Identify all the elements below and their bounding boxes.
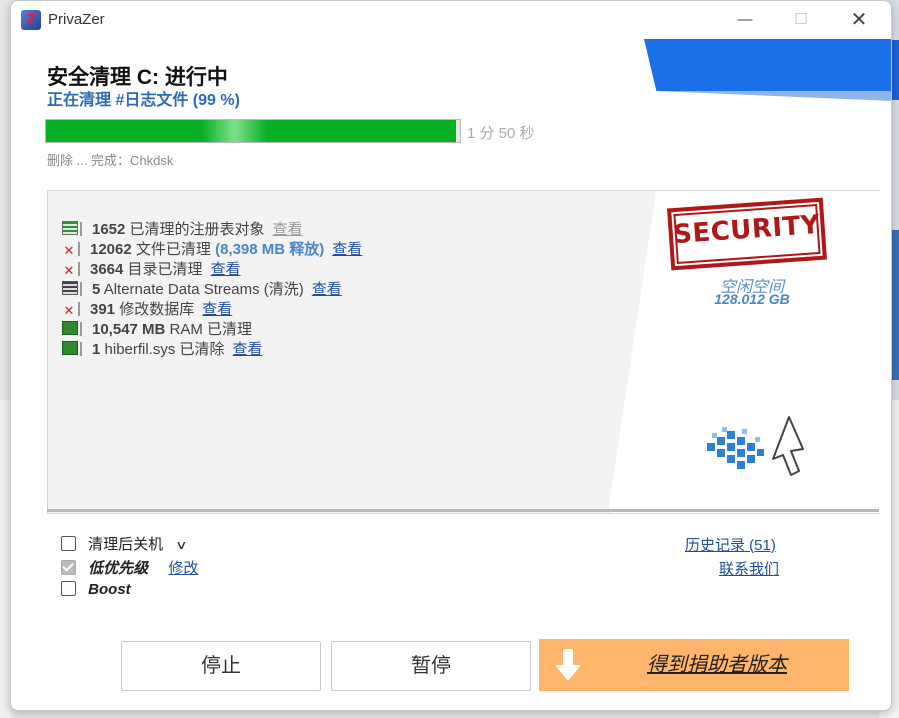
- stat-row: 5 Alternate Data Streams (清洗) 查看: [62, 278, 362, 298]
- view-link[interactable]: 查看: [273, 221, 303, 238]
- stat-text: RAM 已清理: [169, 321, 253, 338]
- maximize-button[interactable]: ☐: [779, 7, 823, 33]
- security-stamp: SECURITY: [667, 197, 827, 271]
- stat-row: 1652 已清理的注册表对象 查看: [62, 218, 362, 238]
- data-stream-icon: [62, 281, 78, 295]
- contact-us-link[interactable]: 联系我们: [719, 558, 779, 579]
- icon-separator: [78, 262, 80, 276]
- privazer-logo-icon: Z: [21, 10, 41, 30]
- icon-separator: [80, 322, 82, 336]
- stat-text: 修改数据库: [119, 301, 195, 318]
- stat-freed-size: (8,398 MB 释放): [215, 241, 325, 258]
- stat-text: 已清理的注册表对象: [129, 221, 265, 238]
- icon-separator: [80, 342, 82, 356]
- header-banner: [644, 39, 891, 91]
- stat-row: 1 hiberfil.sys 已清除 查看: [62, 338, 362, 358]
- view-link[interactable]: 查看: [211, 261, 241, 278]
- icon-separator: [80, 222, 82, 236]
- stat-number: 1: [92, 341, 101, 358]
- view-link[interactable]: 查看: [233, 341, 263, 358]
- shutdown-label: 清理后关机: [88, 536, 164, 553]
- view-link[interactable]: 查看: [202, 301, 232, 318]
- registry-icon: [62, 221, 78, 235]
- progress-fill: [46, 120, 456, 142]
- stat-row: ✕ 391 修改数据库 查看: [62, 298, 362, 318]
- stat-number: 5: [92, 281, 101, 298]
- progress-bar: [45, 119, 461, 143]
- icon-separator: [78, 242, 80, 256]
- stat-number: 10,547 MB: [92, 321, 166, 338]
- panel-divider: [47, 509, 879, 512]
- stop-button[interactable]: 停止: [121, 641, 321, 691]
- cursor-pixels-icon: [707, 416, 804, 476]
- chevron-down-icon[interactable]: ∨: [176, 538, 188, 552]
- stat-number: 1652: [92, 221, 126, 238]
- ram-icon: [62, 321, 78, 335]
- icon-separator: [78, 302, 80, 316]
- stat-text: 目录已清理: [127, 261, 203, 278]
- close-button[interactable]: ✕: [837, 7, 881, 33]
- stats-list: 1652 已清理的注册表对象 查看 ✕ 12062 文件已清理 (8,398 MB 释…: [62, 218, 362, 358]
- privazer-window: Z PrivaZer — ☐ ✕ 安全清理 C: 进行中 正在清理 #日志文件 …: [10, 0, 892, 711]
- pause-button[interactable]: 暂停: [331, 641, 531, 691]
- boost-option[interactable]: Boost: [61, 581, 131, 598]
- red-x-icon: ✕: [63, 263, 75, 278]
- low-priority-checkbox[interactable]: [61, 560, 76, 575]
- boost-label: Boost: [88, 581, 131, 598]
- ram-icon: [62, 341, 78, 355]
- view-link[interactable]: 查看: [312, 281, 342, 298]
- stat-number: 12062: [90, 241, 132, 258]
- low-priority-label: 低优先级: [88, 559, 149, 577]
- eta-text: 1 分 50 秒: [467, 125, 535, 142]
- background-window-left: [0, 400, 10, 718]
- title-bar[interactable]: Z PrivaZer — ☐ ✕: [11, 1, 891, 39]
- stat-text: hiberfil.sys 已清除: [104, 341, 225, 358]
- view-link[interactable]: 查看: [332, 241, 362, 258]
- shutdown-option[interactable]: 清理后关机 ∨: [61, 533, 188, 554]
- boost-checkbox[interactable]: [61, 581, 76, 596]
- icon-separator: [80, 282, 82, 296]
- status-text: 删除 ... 完成：Chkdsk: [47, 153, 174, 168]
- stat-text: 文件已清理: [135, 241, 211, 258]
- minimize-button[interactable]: —: [723, 7, 767, 33]
- stat-text: Alternate Data Streams (清洗): [103, 281, 304, 298]
- stat-number: 391: [90, 301, 116, 318]
- red-x-icon: ✕: [63, 303, 75, 318]
- history-link[interactable]: 历史记录 (51): [685, 534, 776, 555]
- shutdown-checkbox[interactable]: [61, 536, 76, 551]
- red-x-icon: ✕: [63, 243, 75, 258]
- free-space-value: 128.012 GB: [714, 291, 790, 307]
- low-priority-option[interactable]: 低优先级 修改: [61, 557, 198, 578]
- donor-version-button[interactable]: 得到捐助者版本: [539, 639, 849, 691]
- stat-row: 10,547 MB RAM 已清理: [62, 318, 362, 338]
- donor-version-label: 得到捐助者版本: [647, 654, 787, 676]
- stat-row: ✕ 12062 文件已清理 (8,398 MB 释放) 查看: [62, 238, 363, 258]
- modify-link[interactable]: 修改: [168, 560, 198, 577]
- app-title: PrivaZer: [48, 11, 105, 28]
- page-subtitle: 正在清理 #日志文件 (99 %): [47, 92, 240, 109]
- stat-row: ✕ 3664 目录已清理 查看: [62, 258, 362, 278]
- stat-number: 3664: [90, 261, 124, 278]
